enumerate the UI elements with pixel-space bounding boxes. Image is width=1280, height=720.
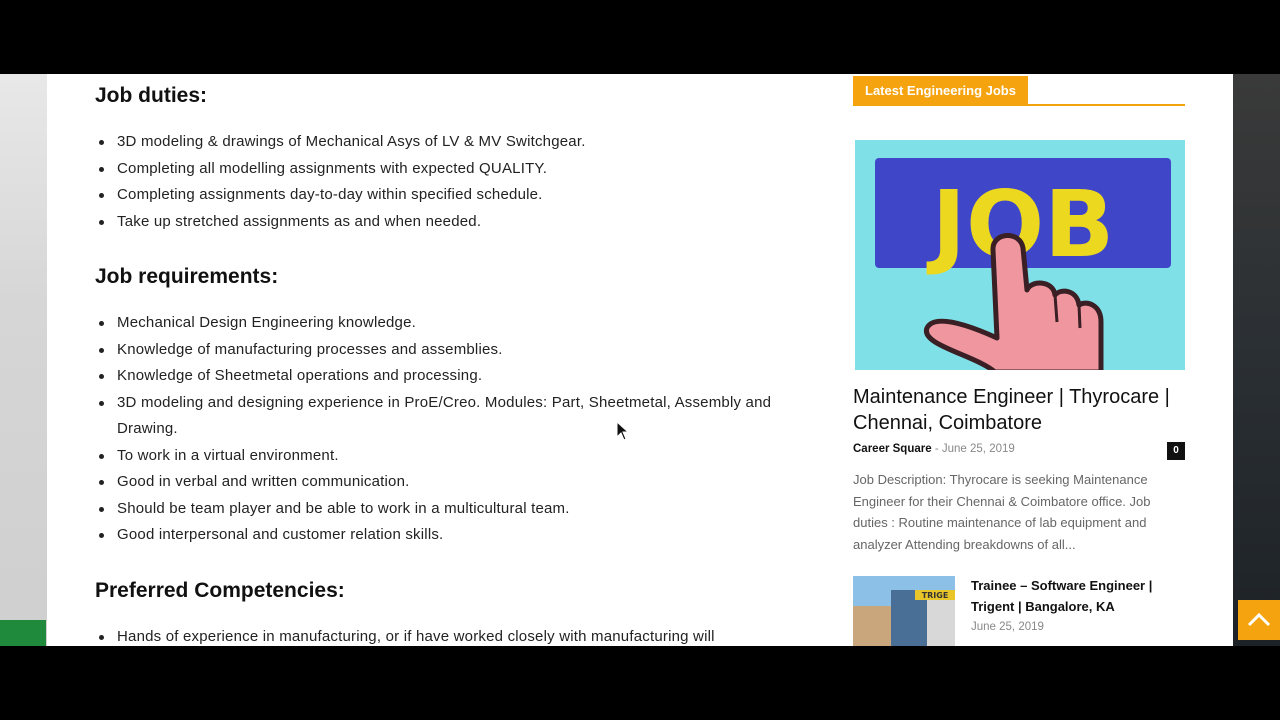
video-frame: Job duties: 3D modeling & drawings of Me…	[0, 74, 1280, 646]
featured-job-meta: Career Square - June 25, 2019	[853, 443, 1185, 455]
list-item: Take up stretched assignments as and whe…	[99, 209, 586, 236]
sidebar-title: Latest Engineering Jobs	[853, 76, 1028, 105]
list-item: Completing all modelling assignments wit…	[99, 156, 586, 183]
job-duties-heading: Job duties:	[95, 84, 208, 107]
list-item: Completing assignments day-to-day within…	[99, 182, 586, 209]
meta-separator: -	[934, 443, 939, 455]
mouse-pointer-icon	[616, 421, 630, 441]
list-item: Good in verbal and written communication…	[99, 469, 777, 496]
second-job-thumbnail[interactable]: TRIGE	[853, 576, 955, 646]
building-sign-text: TRIGE	[922, 591, 949, 600]
job-duties-list: 3D modeling & drawings of Mechanical Asy…	[99, 129, 586, 236]
office-building-image: TRIGE	[853, 576, 955, 646]
chevron-up-icon	[1247, 612, 1271, 627]
list-item: Good interpersonal and customer relation…	[99, 522, 777, 549]
preferred-competencies-list: Hands of experience in manufacturing, or…	[99, 624, 837, 646]
sidebar: Latest Engineering Jobs JOB Maintenance …	[853, 74, 1185, 646]
featured-job-title[interactable]: Maintenance Engineer | Thyrocare | Chenn…	[853, 384, 1185, 436]
post-date: June 25, 2019	[941, 443, 1015, 455]
featured-job-image[interactable]: JOB	[855, 140, 1185, 370]
list-item: Hands of experience in manufacturing, or…	[99, 624, 837, 646]
scroll-to-top-button[interactable]	[1238, 600, 1280, 640]
second-job-title[interactable]: Trainee – Software Engineer | Trigent | …	[971, 576, 1185, 617]
list-item: Knowledge of Sheetmetal operations and p…	[99, 363, 777, 390]
job-hand-illustration: JOB	[855, 140, 1185, 370]
list-item: To work in a virtual environment.	[99, 443, 777, 470]
comment-count-badge[interactable]: 0	[1167, 442, 1185, 460]
job-requirements-heading: Job requirements:	[95, 265, 279, 288]
second-job-date: June 25, 2019	[971, 621, 1044, 633]
list-item: 3D modeling and designing experience in …	[99, 390, 777, 443]
web-page: Job duties: 3D modeling & drawings of Me…	[47, 74, 1233, 646]
job-requirements-list: Mechanical Design Engineering knowledge.…	[99, 310, 777, 549]
author-link[interactable]: Career Square	[853, 443, 932, 455]
list-item: Knowledge of manufacturing processes and…	[99, 337, 777, 364]
list-item: Mechanical Design Engineering knowledge.	[99, 310, 777, 337]
list-item: 3D modeling & drawings of Mechanical Asy…	[99, 129, 586, 156]
sidebar-header: Latest Engineering Jobs	[853, 76, 1185, 106]
featured-job-excerpt: Job Description: Thyrocare is seeking Ma…	[853, 472, 1151, 552]
list-item: Should be team player and be able to wor…	[99, 496, 777, 523]
background-right	[1232, 74, 1280, 646]
background-left	[0, 74, 48, 646]
preferred-competencies-heading: Preferred Competencies:	[95, 579, 345, 602]
